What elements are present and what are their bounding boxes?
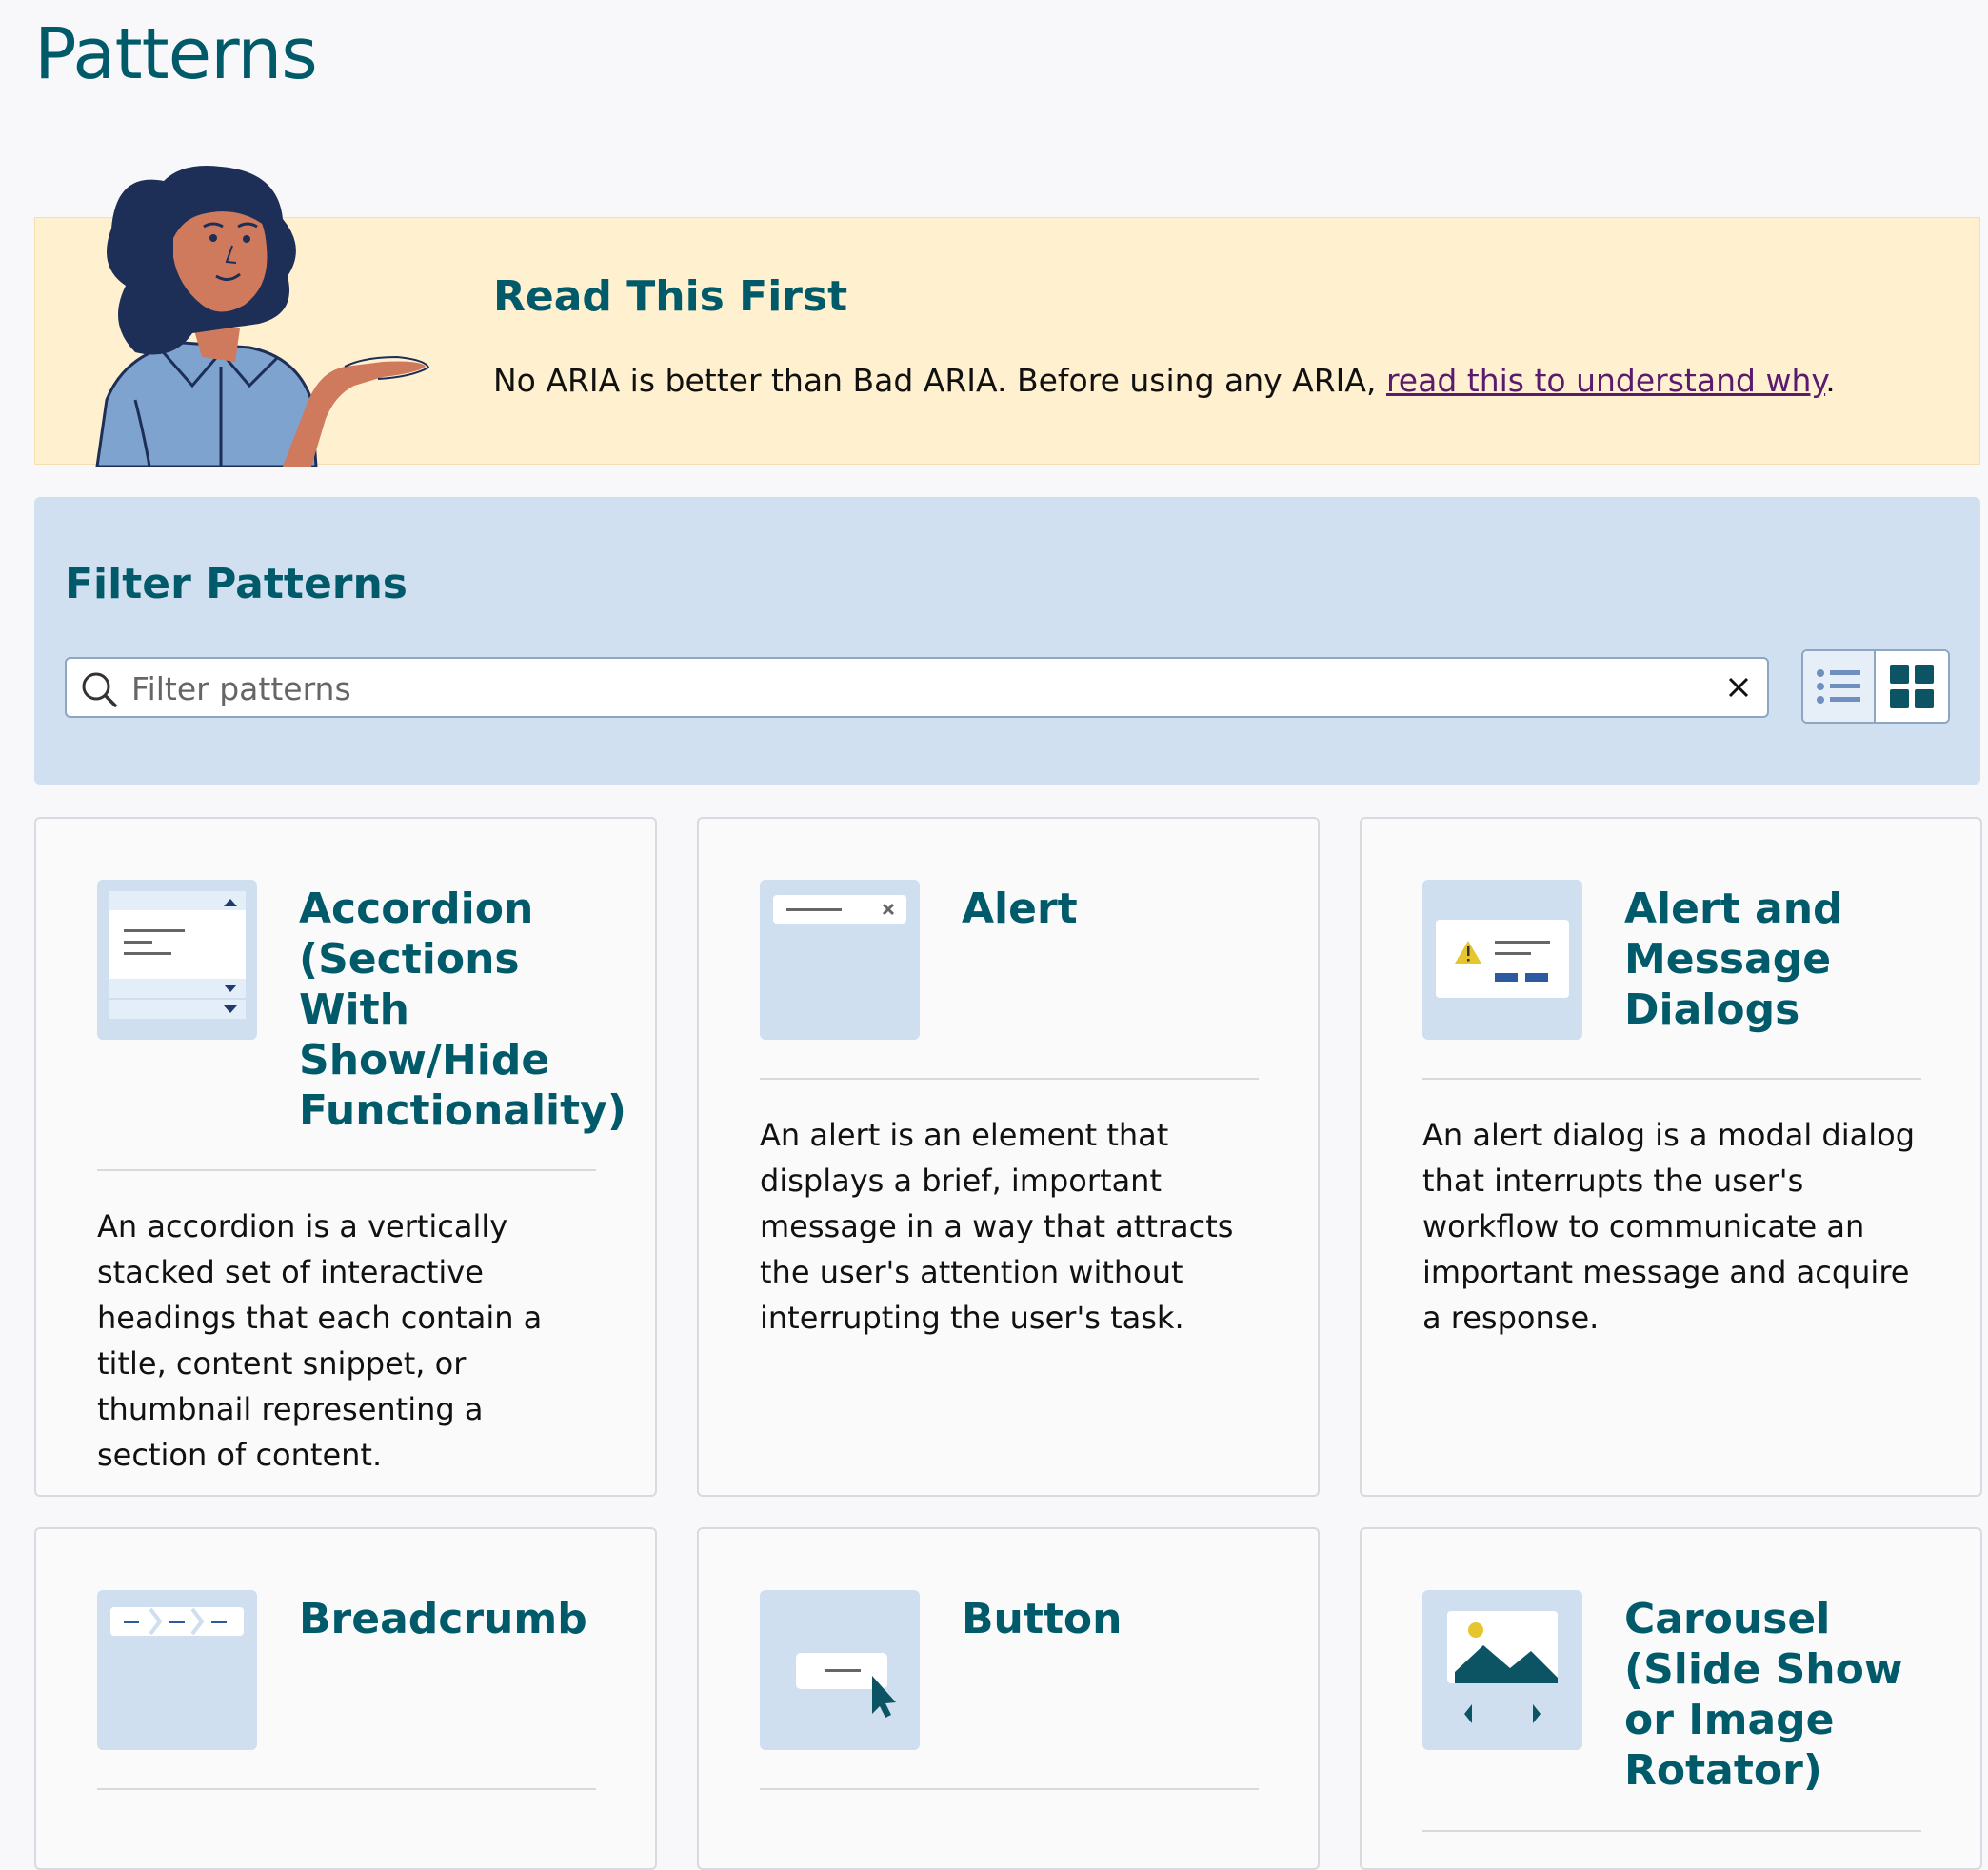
filter-patterns-input[interactable]	[129, 665, 1695, 712]
card-title[interactable]: Button	[962, 1594, 1285, 1644]
button-icon	[796, 1653, 896, 1718]
list-view-icon	[1817, 669, 1860, 704]
card-description: An alert is an element that displays a b…	[760, 1117, 1234, 1336]
page-title: Patterns	[34, 13, 318, 95]
pattern-card[interactable]: Carousel (Slide Show or Image Rotator)	[1360, 1527, 1982, 1870]
card-divider	[760, 1788, 1259, 1790]
pattern-card[interactable]: Accordion (Sections With Show/Hide Funct…	[34, 817, 657, 1497]
card-divider	[97, 1169, 596, 1171]
clear-icon[interactable]	[1723, 672, 1754, 703]
filter-heading: Filter Patterns	[65, 560, 408, 608]
card-icon-wrapper	[760, 1590, 920, 1750]
pattern-card[interactable]: Alert An alert is an element that displa…	[697, 817, 1320, 1497]
accordion-icon	[109, 891, 246, 1019]
card-title[interactable]: Alert and Message Dialogs	[1624, 884, 1948, 1035]
card-icon-wrapper	[97, 1590, 257, 1750]
breadcrumb-icon	[110, 1607, 244, 1636]
patterns-page: Patterns Read This First No ARIA is bett…	[0, 0, 1988, 1870]
card-title[interactable]: Alert	[962, 884, 1285, 934]
card-icon-wrapper	[760, 880, 920, 1040]
woman-illustration-icon	[95, 166, 430, 467]
search-box	[65, 657, 1769, 718]
card-icon-wrapper	[97, 880, 257, 1040]
pattern-card[interactable]: Button	[697, 1527, 1320, 1870]
card-title[interactable]: Accordion (Sections With Show/Hide Funct…	[299, 884, 626, 1136]
card-description: An alert dialog is a modal dialog that i…	[1422, 1117, 1916, 1336]
card-icon-wrapper	[1422, 1590, 1582, 1750]
carousel-icon	[1447, 1611, 1558, 1723]
card-title[interactable]: Breadcrumb	[299, 1594, 623, 1644]
card-divider	[760, 1078, 1259, 1080]
alert-dialog-icon	[1436, 920, 1569, 998]
list-view-button[interactable]	[1803, 651, 1877, 722]
pattern-card[interactable]: Alert and Message Dialogs An alert dialo…	[1360, 817, 1982, 1497]
card-description: An accordion is a vertically stacked set…	[97, 1208, 543, 1473]
banner-text: No ARIA is better than Bad ARIA. Before …	[493, 362, 1836, 399]
filter-panel: Filter Patterns	[34, 497, 1980, 785]
grid-view-icon	[1890, 665, 1934, 708]
banner-heading: Read This First	[493, 272, 848, 321]
card-divider	[97, 1788, 596, 1790]
card-title[interactable]: Carousel (Slide Show or Image Rotator)	[1624, 1594, 1948, 1796]
alert-icon	[773, 895, 906, 924]
pattern-card[interactable]: Breadcrumb	[34, 1527, 657, 1870]
search-icon	[82, 672, 117, 707]
card-divider	[1422, 1078, 1921, 1080]
card-divider	[1422, 1830, 1921, 1832]
banner-text-before: No ARIA is better than Bad ARIA. Before …	[493, 362, 1386, 399]
card-icon-wrapper	[1422, 880, 1582, 1040]
view-toggle	[1801, 649, 1950, 724]
grid-view-button[interactable]	[1876, 651, 1948, 722]
understand-why-link[interactable]: read this to understand why	[1386, 362, 1825, 399]
banner-text-after: .	[1825, 362, 1836, 399]
